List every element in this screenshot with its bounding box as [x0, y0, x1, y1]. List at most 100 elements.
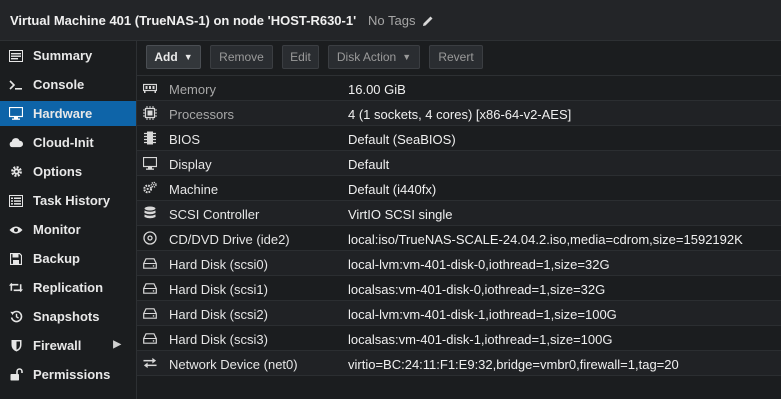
sidebar-item-label: Backup — [33, 251, 80, 266]
page-title: Virtual Machine 401 (TrueNAS-1) on node … — [10, 13, 357, 28]
sidebar-item-label: Cloud-Init — [33, 135, 94, 150]
add-button-label: Add — [154, 50, 178, 64]
hardware-row-value: localsas:vm-401-disk-0,iothread=1,size=3… — [348, 282, 606, 297]
sidebar-item-label: Firewall — [33, 338, 82, 353]
cloud-icon — [9, 136, 23, 150]
hardware-row-value: Default (SeaBIOS) — [348, 132, 456, 147]
hardware-row-hard-disk-scsi0[interactable]: Hard Disk (scsi0) local-lvm:vm-401-disk-… — [137, 251, 781, 276]
hardware-row-label: Network Device (net0) — [169, 357, 298, 372]
hdd-icon — [143, 256, 157, 270]
exchange-icon — [143, 356, 157, 370]
hardware-row-label: BIOS — [169, 132, 201, 147]
sidebar-item-options[interactable]: Options — [0, 159, 136, 184]
sidebar-item-label: Permissions — [33, 367, 111, 382]
hardware-row-value: Default — [348, 157, 390, 172]
sidebar-item-snapshots[interactable]: Snapshots — [0, 304, 136, 329]
chevron-right-icon[interactable]: ▶ — [113, 339, 121, 350]
disk-action-button-label: Disk Action — [336, 50, 397, 64]
retweet-icon — [9, 281, 23, 295]
edit-button-label: Edit — [290, 50, 311, 64]
hardware-row-value: local-lvm:vm-401-disk-0,iothread=1,size=… — [348, 257, 610, 272]
sidebar-item-permissions[interactable]: Permissions — [0, 362, 136, 387]
revert-button[interactable]: Revert — [429, 45, 483, 69]
cogs-icon — [143, 181, 157, 195]
hardware-row-label: CD/DVD Drive (ide2) — [169, 232, 290, 247]
sidebar-item-summary[interactable]: Summary — [0, 43, 136, 68]
hardware-row-value: 4 (1 sockets, 4 cores) [x86-64-v2-AES] — [348, 107, 572, 122]
chevron-down-icon: ▼ — [402, 52, 412, 62]
hardware-row-value: Default (i440fx) — [348, 182, 437, 197]
hardware-row-bios[interactable]: BIOS Default (SeaBIOS) — [137, 126, 781, 151]
remove-button[interactable]: Remove — [210, 45, 273, 69]
hardware-row-value: VirtIO SCSI single — [348, 207, 453, 222]
sidebar-item-hardware[interactable]: Hardware — [0, 101, 136, 126]
title-bar: Virtual Machine 401 (TrueNAS-1) on node … — [0, 0, 781, 41]
floppy-icon — [9, 252, 23, 266]
sidebar-item-firewall[interactable]: Firewall ▶ — [0, 333, 136, 358]
chevron-down-icon: ▼ — [183, 52, 193, 62]
tags-editor[interactable]: No Tags — [368, 13, 434, 28]
console-icon — [9, 78, 23, 92]
monitor-icon — [9, 107, 23, 121]
disk-action-button[interactable]: Disk Action ▼ — [328, 45, 420, 69]
sidebar-item-label: Summary — [33, 48, 93, 63]
hdd-icon — [143, 331, 157, 345]
database-icon — [143, 206, 157, 220]
history-icon — [9, 310, 23, 324]
chip-icon — [143, 131, 157, 145]
hardware-row-label: Hard Disk (scsi3) — [169, 332, 268, 347]
pencil-icon[interactable] — [422, 15, 434, 27]
hardware-row-label: Hard Disk (scsi0) — [169, 257, 268, 272]
memory-icon — [143, 81, 157, 95]
hardware-row-processors[interactable]: Processors 4 (1 sockets, 4 cores) [x86-6… — [137, 101, 781, 126]
tags-label: No Tags — [368, 13, 416, 28]
hardware-row-value: virtio=BC:24:11:F1:E9:32,bridge=vmbr0,fi… — [348, 357, 679, 372]
sidebar-item-label: Options — [33, 164, 83, 179]
hardware-row-hard-disk-scsi1[interactable]: Hard Disk (scsi1) localsas:vm-401-disk-0… — [137, 276, 781, 301]
hardware-row-hard-disk-scsi3[interactable]: Hard Disk (scsi3) localsas:vm-401-disk-1… — [137, 326, 781, 351]
sidebar-nav: Summary Console Hardware Cloud-Init Opti… — [0, 41, 137, 399]
sidebar-item-backup[interactable]: Backup — [0, 246, 136, 271]
edit-button[interactable]: Edit — [282, 45, 319, 69]
sidebar-item-monitor[interactable]: Monitor — [0, 217, 136, 242]
sidebar-item-label: Hardware — [33, 106, 93, 121]
eye-icon — [9, 223, 23, 237]
hardware-toolbar: Add ▼ Remove Edit Disk Action ▼ Revert — [137, 41, 781, 76]
sidebar-item-label: Replication — [33, 280, 104, 295]
hardware-row-value: 16.00 GiB — [348, 82, 406, 97]
list-icon — [9, 194, 23, 208]
hardware-grid: Memory 16.00 GiB Processors 4 (1 sockets… — [137, 76, 781, 399]
sidebar-item-task-history[interactable]: Task History — [0, 188, 136, 213]
hardware-row-label: SCSI Controller — [169, 207, 260, 222]
hardware-row-label: Processors — [169, 107, 235, 122]
sidebar-item-replication[interactable]: Replication — [0, 275, 136, 300]
hardware-row-memory[interactable]: Memory 16.00 GiB — [137, 76, 781, 101]
display-icon — [143, 156, 157, 170]
hardware-row-value: localsas:vm-401-disk-1,iothread=1,size=1… — [348, 332, 613, 347]
hardware-row-value: local:iso/TrueNAS-SCALE-24.04.2.iso,medi… — [348, 232, 743, 247]
hardware-row-label: Machine — [169, 182, 219, 197]
hdd-icon — [143, 306, 157, 320]
sidebar-item-label: Monitor — [33, 222, 81, 237]
add-button[interactable]: Add ▼ — [146, 45, 201, 69]
revert-button-label: Revert — [438, 50, 474, 64]
hardware-row-network-device[interactable]: Network Device (net0) virtio=BC:24:11:F1… — [137, 351, 781, 376]
hardware-row-scsi-controller[interactable]: SCSI Controller VirtIO SCSI single — [137, 201, 781, 226]
hardware-row-label: Memory — [169, 82, 216, 97]
hardware-row-cd-dvd-drive[interactable]: CD/DVD Drive (ide2) local:iso/TrueNAS-SC… — [137, 226, 781, 251]
hardware-row-hard-disk-scsi2[interactable]: Hard Disk (scsi2) local-lvm:vm-401-disk-… — [137, 301, 781, 326]
hardware-row-machine[interactable]: Machine Default (i440fx) — [137, 176, 781, 201]
sidebar-item-console[interactable]: Console — [0, 72, 136, 97]
gear-icon — [9, 165, 23, 179]
summary-icon — [9, 49, 23, 63]
hdd-icon — [143, 281, 157, 295]
shield-icon — [9, 339, 23, 353]
sidebar-item-cloud-init[interactable]: Cloud-Init — [0, 130, 136, 155]
cpu-icon — [143, 106, 157, 120]
hardware-row-label: Hard Disk (scsi1) — [169, 282, 268, 297]
cdrom-icon — [143, 231, 157, 245]
hardware-row-display[interactable]: Display Default — [137, 151, 781, 176]
remove-button-label: Remove — [219, 50, 264, 64]
hardware-row-label: Hard Disk (scsi2) — [169, 307, 268, 322]
hardware-row-value: local-lvm:vm-401-disk-1,iothread=1,size=… — [348, 307, 617, 322]
